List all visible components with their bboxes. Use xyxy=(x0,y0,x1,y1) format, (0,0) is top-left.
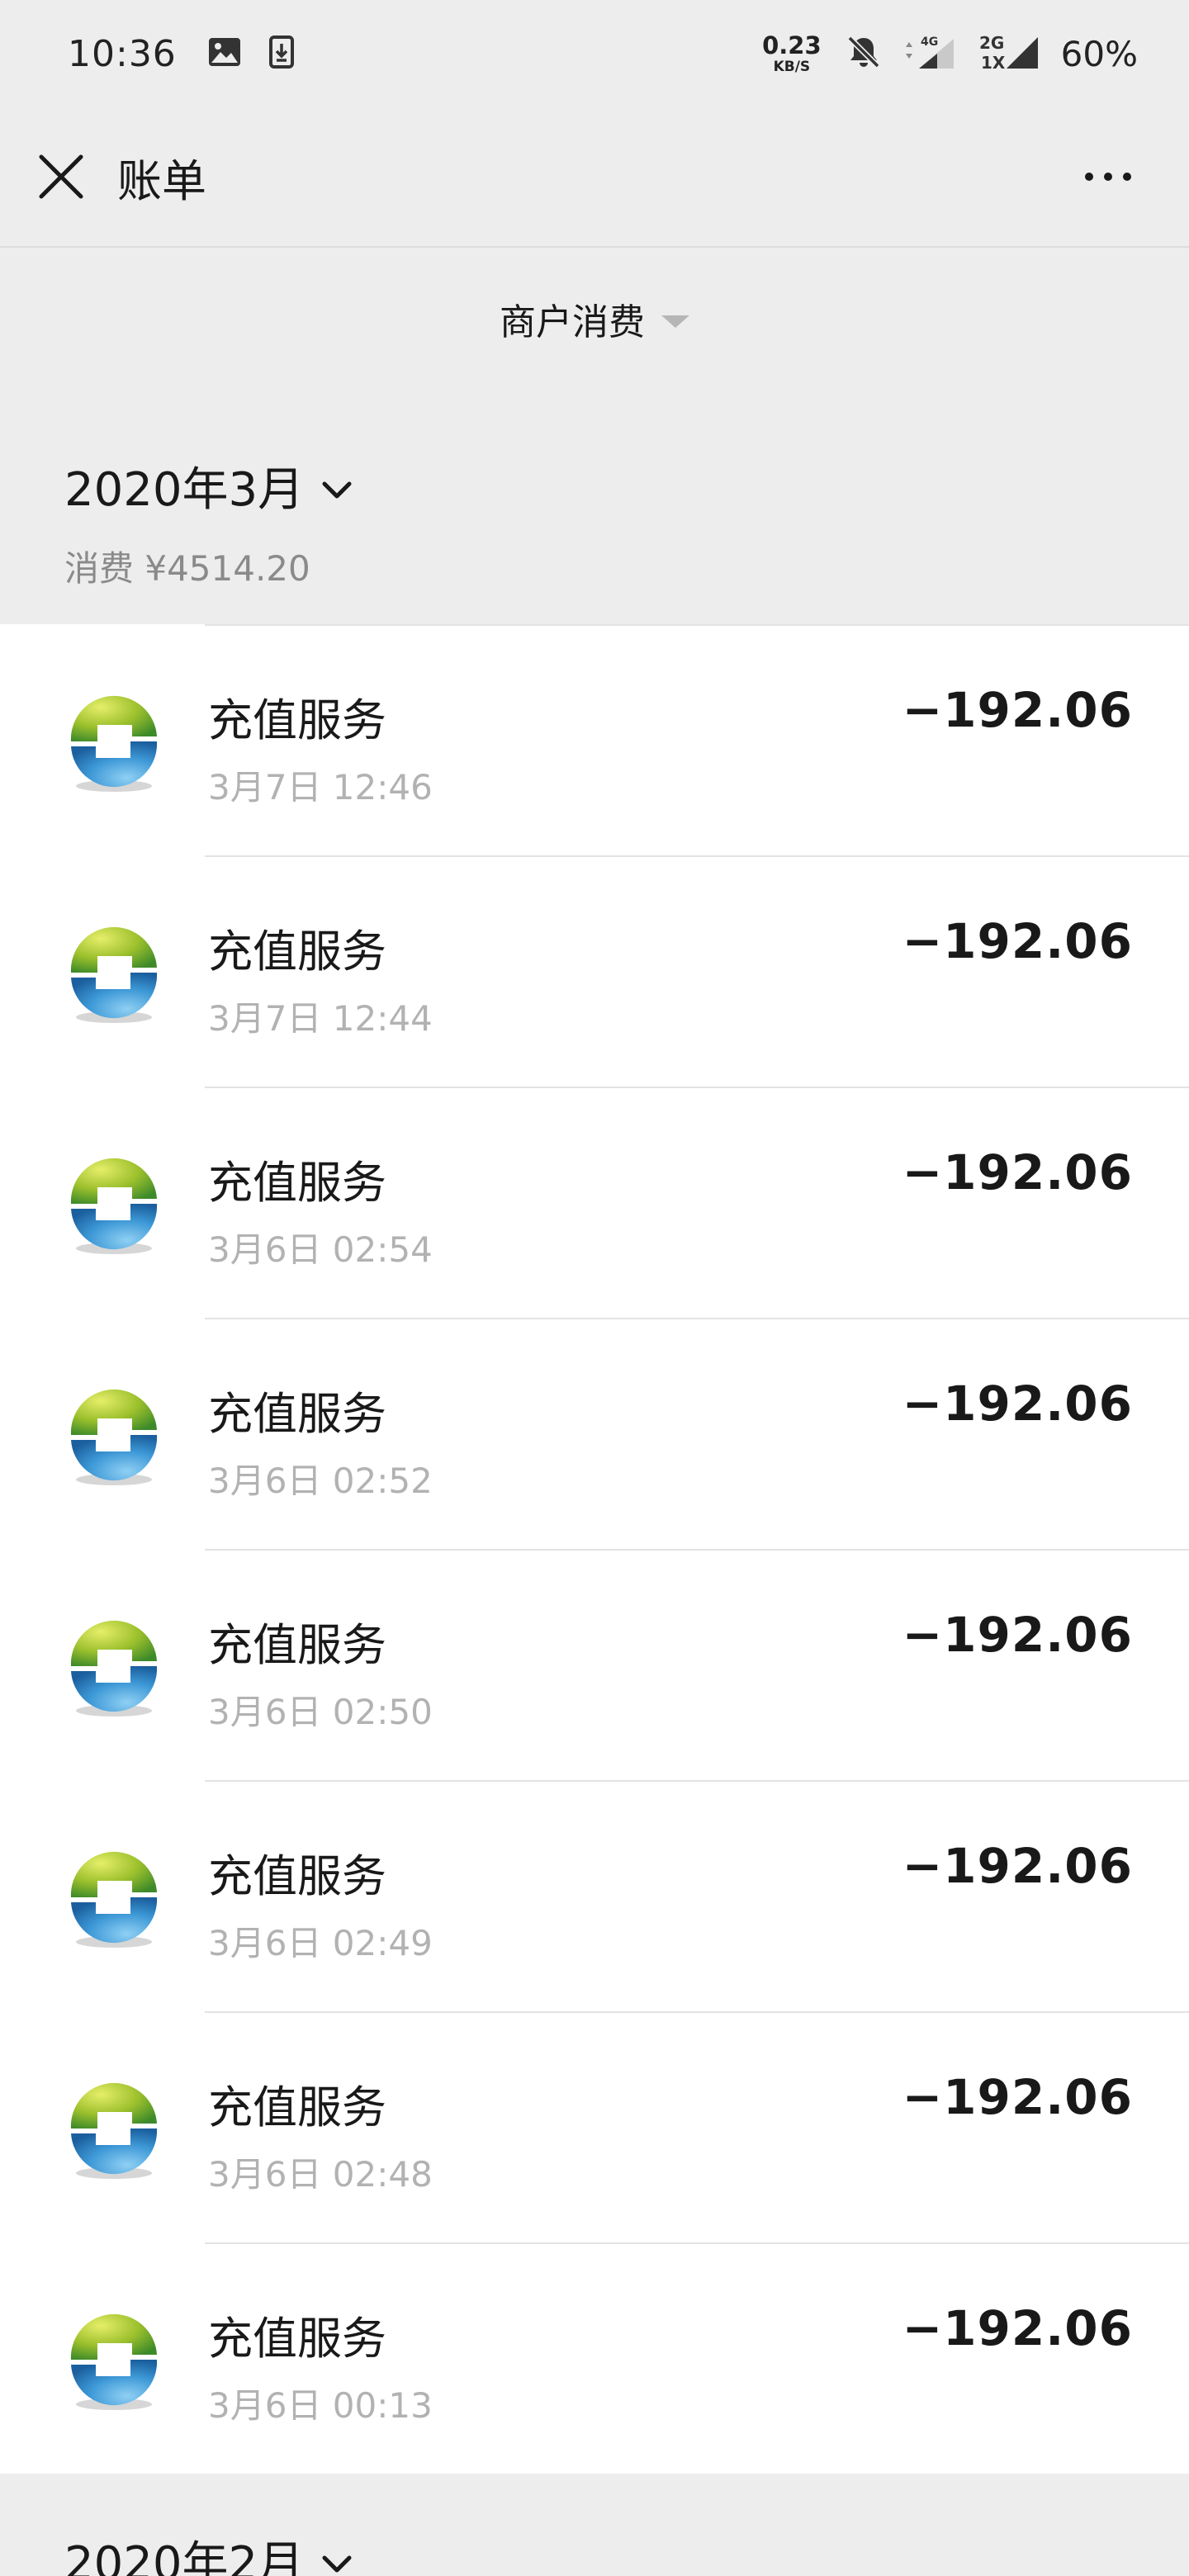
signal-4g-icon: 4G xyxy=(901,32,960,75)
list-divider xyxy=(205,1549,1189,1551)
merchant-logo-icon xyxy=(61,1151,167,1257)
filter-dropdown[interactable]: 商户消费 xyxy=(0,249,1189,388)
transaction-item[interactable]: 充值服务 3月7日 12:46 −192.06 xyxy=(0,624,1189,855)
transaction-time: 3月6日 02:52 xyxy=(208,1461,433,1501)
transaction-title: 充值服务 xyxy=(208,926,386,978)
close-icon xyxy=(39,154,83,199)
merchant-logo-icon xyxy=(61,1613,167,1719)
transaction-title: 充值服务 xyxy=(208,694,386,746)
transaction-item[interactable]: 充值服务 3月6日 00:13 −192.06 xyxy=(0,2242,1189,2474)
network-speed: 0.23 KB/S xyxy=(762,31,822,75)
transaction-title: 充值服务 xyxy=(208,1157,386,1209)
more-button[interactable] xyxy=(1075,152,1141,201)
transaction-item[interactable]: 充值服务 3月6日 02:49 −192.06 xyxy=(0,1780,1189,2011)
transaction-item[interactable]: 充值服务 3月6日 02:48 −192.06 xyxy=(0,2011,1189,2242)
list-divider xyxy=(205,624,1189,626)
status-right-icons: 0.23 KB/S 4G 2G 1X 60% xyxy=(762,32,1138,75)
list-divider xyxy=(205,1087,1189,1088)
merchant-logo-icon xyxy=(61,1382,167,1488)
network-1x-label: 1X xyxy=(981,53,1006,72)
more-icon xyxy=(1123,173,1131,181)
list-divider xyxy=(205,855,1189,857)
network-speed-value: 0.23 xyxy=(762,31,822,59)
next-month-title: 2020年2月 xyxy=(64,2537,305,2576)
transaction-amount: −192.06 xyxy=(902,682,1133,738)
list-divider xyxy=(205,1780,1189,1782)
month-header: 2020年3月 消费 ¥4514.20 xyxy=(0,388,1189,624)
transaction-item[interactable]: 充值服务 3月6日 02:54 −192.06 xyxy=(0,1087,1189,1318)
merchant-logo-icon xyxy=(61,920,167,1025)
transaction-time: 3月6日 02:50 xyxy=(208,1692,433,1732)
month-summary: 消费 ¥4514.20 xyxy=(64,548,310,589)
mute-bell-icon xyxy=(845,33,883,74)
gallery-notification-icon xyxy=(208,37,241,70)
transaction-time: 3月7日 12:46 xyxy=(208,767,433,807)
month-title: 2020年3月 xyxy=(64,463,305,517)
transaction-amount: −192.06 xyxy=(902,1144,1133,1200)
merchant-logo-icon xyxy=(61,2307,167,2413)
transaction-amount: −192.06 xyxy=(902,913,1133,969)
merchant-logo-icon xyxy=(61,2076,167,2181)
transaction-time: 3月6日 00:13 xyxy=(208,2385,433,2426)
network-speed-unit: KB/S xyxy=(773,58,811,75)
signal-2g-icon: 2G 1X xyxy=(978,32,1040,75)
merchant-logo-icon xyxy=(61,1844,167,1950)
next-month-selector[interactable]: 2020年2月 xyxy=(64,2526,1189,2576)
transaction-item[interactable]: 充值服务 3月7日 12:44 −192.06 xyxy=(0,855,1189,1087)
filter-label: 商户消费 xyxy=(500,301,645,343)
battery-percentage: 60% xyxy=(1060,33,1138,74)
transaction-time: 3月7日 12:44 xyxy=(208,998,433,1039)
status-time: 10:36 xyxy=(68,32,177,75)
chevron-down-icon xyxy=(322,2555,352,2572)
merchant-logo-icon xyxy=(61,689,167,794)
transaction-title: 充值服务 xyxy=(208,1619,386,1671)
navigation-header: 账单 xyxy=(0,107,1189,248)
more-icon xyxy=(1104,173,1112,181)
transaction-item[interactable]: 充值服务 3月6日 02:52 −192.06 xyxy=(0,1318,1189,1549)
transaction-time: 3月6日 02:49 xyxy=(208,1923,433,1963)
page-title: 账单 xyxy=(117,154,206,207)
transaction-time: 3月6日 02:54 xyxy=(208,1229,433,1270)
network-4g-label: 4G xyxy=(921,36,938,49)
transaction-title: 充值服务 xyxy=(208,2081,386,2133)
month-selector[interactable]: 2020年3月 xyxy=(64,452,1189,519)
transaction-amount: −192.06 xyxy=(902,2300,1133,2356)
caret-down-icon xyxy=(661,315,689,328)
transaction-title: 充值服务 xyxy=(208,1850,386,1902)
transaction-title: 充值服务 xyxy=(208,2313,386,2365)
transaction-amount: −192.06 xyxy=(902,2069,1133,2125)
more-icon xyxy=(1085,173,1093,181)
transaction-list: 充值服务 3月7日 12:46 −192.06 充值服务 3月7日 12:44 −192.… xyxy=(0,624,1189,2474)
list-divider xyxy=(205,2011,1189,2013)
transaction-time: 3月6日 02:48 xyxy=(208,2154,433,2195)
transaction-amount: −192.06 xyxy=(902,1838,1133,1894)
transaction-amount: −192.06 xyxy=(902,1607,1133,1663)
download-notification-icon xyxy=(268,36,294,72)
transaction-amount: −192.06 xyxy=(902,1376,1133,1432)
chevron-down-icon xyxy=(322,481,352,498)
status-left-icons xyxy=(208,36,322,72)
list-divider xyxy=(205,1318,1189,1319)
next-month-header: 2020年2月 xyxy=(0,2474,1189,2576)
bill-page: 10:36 0.23 KB/S 4G 2G 1X 60% 账单 商户消费 202… xyxy=(0,0,1189,2576)
list-divider xyxy=(205,2242,1189,2244)
status-bar: 10:36 0.23 KB/S 4G 2G 1X 60% xyxy=(0,0,1189,107)
transaction-title: 充值服务 xyxy=(208,1388,386,1440)
close-button[interactable] xyxy=(31,147,91,206)
transaction-item[interactable]: 充值服务 3月6日 02:50 −192.06 xyxy=(0,1549,1189,1780)
network-2g-label: 2G xyxy=(979,33,1004,53)
